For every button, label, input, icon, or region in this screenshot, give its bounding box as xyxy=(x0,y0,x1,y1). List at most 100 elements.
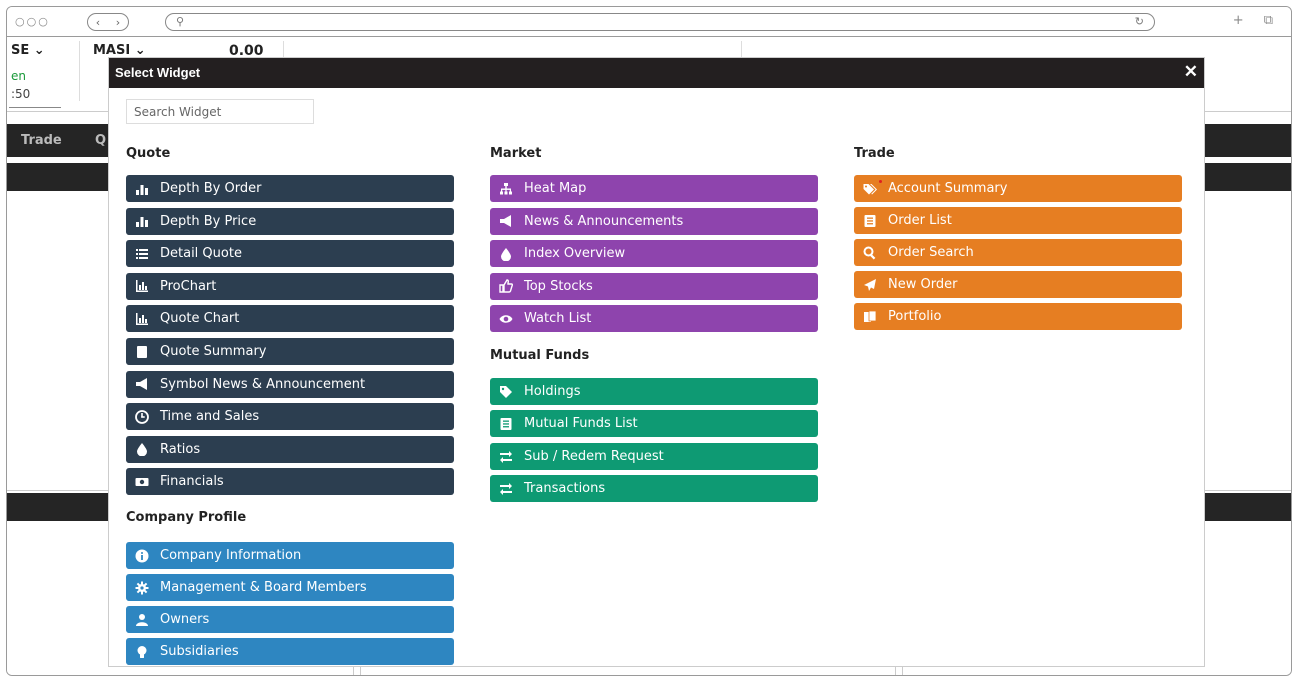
section-title-mutual-funds: Mutual Funds xyxy=(490,348,590,363)
section-title-quote: Quote xyxy=(126,146,171,161)
browser-toolbar: ○○○ ‹ › ⚲ ↻ + ⧉ xyxy=(7,7,1291,37)
widget-button-depth-by-price[interactable]: Depth By Price xyxy=(126,207,454,235)
widget-button-label: Company Information xyxy=(160,548,302,563)
bulb-icon xyxy=(134,644,150,660)
gear-icon xyxy=(134,580,150,596)
info-icon xyxy=(134,548,150,564)
widget-button-index-overview[interactable]: Index Overview xyxy=(490,240,818,268)
drop-icon xyxy=(134,441,150,457)
bar-chart-icon xyxy=(134,181,150,197)
widget-button-label: Depth By Price xyxy=(160,213,257,229)
modal-header: Select Widget ✕ xyxy=(109,58,1204,88)
widget-button-label: Management & Board Members xyxy=(160,580,367,595)
widget-button-prochart[interactable]: ProChart xyxy=(126,272,454,300)
widget-button-quote-summary[interactable]: Quote Summary xyxy=(126,338,454,365)
market-status: en xyxy=(11,69,26,83)
eye-icon xyxy=(498,311,514,327)
widget-button-label: News & Announcements xyxy=(524,213,684,229)
widget-button-top-stocks[interactable]: Top Stocks xyxy=(490,272,818,300)
user-icon xyxy=(134,612,150,628)
widget-button-label: Depth By Order xyxy=(160,181,262,196)
widget-button-label: Order List xyxy=(888,213,952,228)
clock-icon xyxy=(134,409,150,425)
widget-button-order-search[interactable]: Order Search xyxy=(854,239,1182,266)
list-icon xyxy=(134,246,150,262)
widget-button-company-information[interactable]: Company Information xyxy=(126,542,454,569)
widget-button-subsidiaries[interactable]: Subsidiaries xyxy=(126,638,454,665)
search-widget-input[interactable] xyxy=(126,99,314,124)
exchange-icon xyxy=(498,480,514,496)
widget-button-label: Time and Sales xyxy=(160,409,260,425)
widget-button-time-and-sales[interactable]: Time and Sales xyxy=(126,403,454,431)
widget-button-label: ProChart xyxy=(160,278,217,294)
exchange-icon xyxy=(498,448,514,464)
widget-button-label: Ratios xyxy=(160,441,201,457)
section-title-company-profile: Company Profile xyxy=(126,510,247,525)
widget-button-label: Subsidiaries xyxy=(160,644,239,659)
widget-button-label: Sub / Redem Request xyxy=(524,448,664,464)
section-title-trade: Trade xyxy=(854,146,895,161)
widget-button-watch-list[interactable]: Watch List xyxy=(490,305,818,333)
back-icon[interactable]: ‹ xyxy=(96,16,100,29)
widget-button-financials[interactable]: Financials xyxy=(126,468,454,496)
reload-icon[interactable]: ↻ xyxy=(1135,15,1144,28)
widget-button-detail-quote[interactable]: Detail Quote xyxy=(126,240,454,268)
book-icon xyxy=(134,344,150,360)
notification-dot xyxy=(879,180,882,183)
widget-button-label: Owners xyxy=(160,612,210,627)
bar-chart-icon xyxy=(134,213,150,229)
exchange-selector[interactable]: SE ⌄ xyxy=(11,43,45,58)
new-tab-and-window-icons[interactable]: + ⧉ xyxy=(1233,13,1281,28)
widget-button-label: Holdings xyxy=(524,384,581,399)
money-icon xyxy=(134,474,150,490)
nav-buttons: ‹ › xyxy=(87,13,129,31)
index-selector[interactable]: MASI ⌄ xyxy=(93,43,146,58)
widget-button-label: Symbol News & Announcement xyxy=(160,376,366,392)
select-widget-modal: Select Widget ✕ Quote Company Profile Ma… xyxy=(109,58,1204,666)
widget-button-label: Portfolio xyxy=(888,309,942,324)
widget-button-new-order[interactable]: New Order xyxy=(854,271,1182,298)
widget-button-depth-by-order[interactable]: Depth By Order xyxy=(126,175,454,202)
tab-trade[interactable]: Trade xyxy=(21,133,62,148)
search-icon xyxy=(862,245,878,261)
widget-button-news-announcements[interactable]: News & Announcements xyxy=(490,207,818,235)
index-value: 0.00 xyxy=(229,43,264,59)
widget-button-transactions[interactable]: Transactions xyxy=(490,474,818,502)
widget-button-label: Order Search xyxy=(888,245,974,260)
widget-button-label: Detail Quote xyxy=(160,246,242,262)
forward-icon[interactable]: › xyxy=(116,16,120,29)
list-alt-icon xyxy=(862,213,878,229)
divider xyxy=(9,107,61,108)
tab-quote[interactable]: Q xyxy=(95,133,106,148)
window-controls[interactable]: ○○○ xyxy=(15,15,50,28)
modal-title: Select Widget xyxy=(115,65,201,80)
widget-button-symbol-news-announcement[interactable]: Symbol News & Announcement xyxy=(126,370,454,398)
paper-plane-icon xyxy=(862,277,878,293)
widget-button-order-list[interactable]: Order List xyxy=(854,207,1182,234)
widget-button-label: Account Summary xyxy=(888,181,1008,196)
widget-button-owners[interactable]: Owners xyxy=(126,606,454,633)
widget-button-account-summary[interactable]: Account Summary xyxy=(854,175,1182,202)
search-icon: ⚲ xyxy=(176,15,185,28)
widget-button-label: Quote Summary xyxy=(160,344,267,359)
widget-button-mutual-funds-list[interactable]: Mutual Funds List xyxy=(490,410,818,438)
megaphone-icon xyxy=(498,213,514,229)
files-icon xyxy=(862,309,878,325)
widget-button-label: Mutual Funds List xyxy=(524,416,638,432)
widget-button-label: Transactions xyxy=(524,480,606,496)
widget-button-ratios[interactable]: Ratios xyxy=(126,435,454,463)
market-time: :50 xyxy=(11,87,31,101)
widget-button-management-board-members[interactable]: Management & Board Members xyxy=(126,574,454,601)
browser-window: ○○○ ‹ › ⚲ ↻ + ⧉ SE ⌄ en :50 MASI ⌄ 0.00 … xyxy=(6,6,1292,676)
widget-button-portfolio[interactable]: Portfolio xyxy=(854,303,1182,330)
close-icon[interactable]: ✕ xyxy=(1184,62,1198,82)
area-chart-icon xyxy=(134,311,150,327)
widget-button-heat-map[interactable]: Heat Map xyxy=(490,175,818,202)
address-bar[interactable]: ⚲ ↻ xyxy=(165,13,1155,31)
widget-button-sub-redem-request[interactable]: Sub / Redem Request xyxy=(490,442,818,470)
widget-button-holdings[interactable]: Holdings xyxy=(490,378,818,405)
megaphone-icon xyxy=(134,376,150,392)
widget-button-label: Financials xyxy=(160,474,224,490)
widget-button-label: Top Stocks xyxy=(524,278,593,294)
widget-button-quote-chart[interactable]: Quote Chart xyxy=(126,305,454,333)
